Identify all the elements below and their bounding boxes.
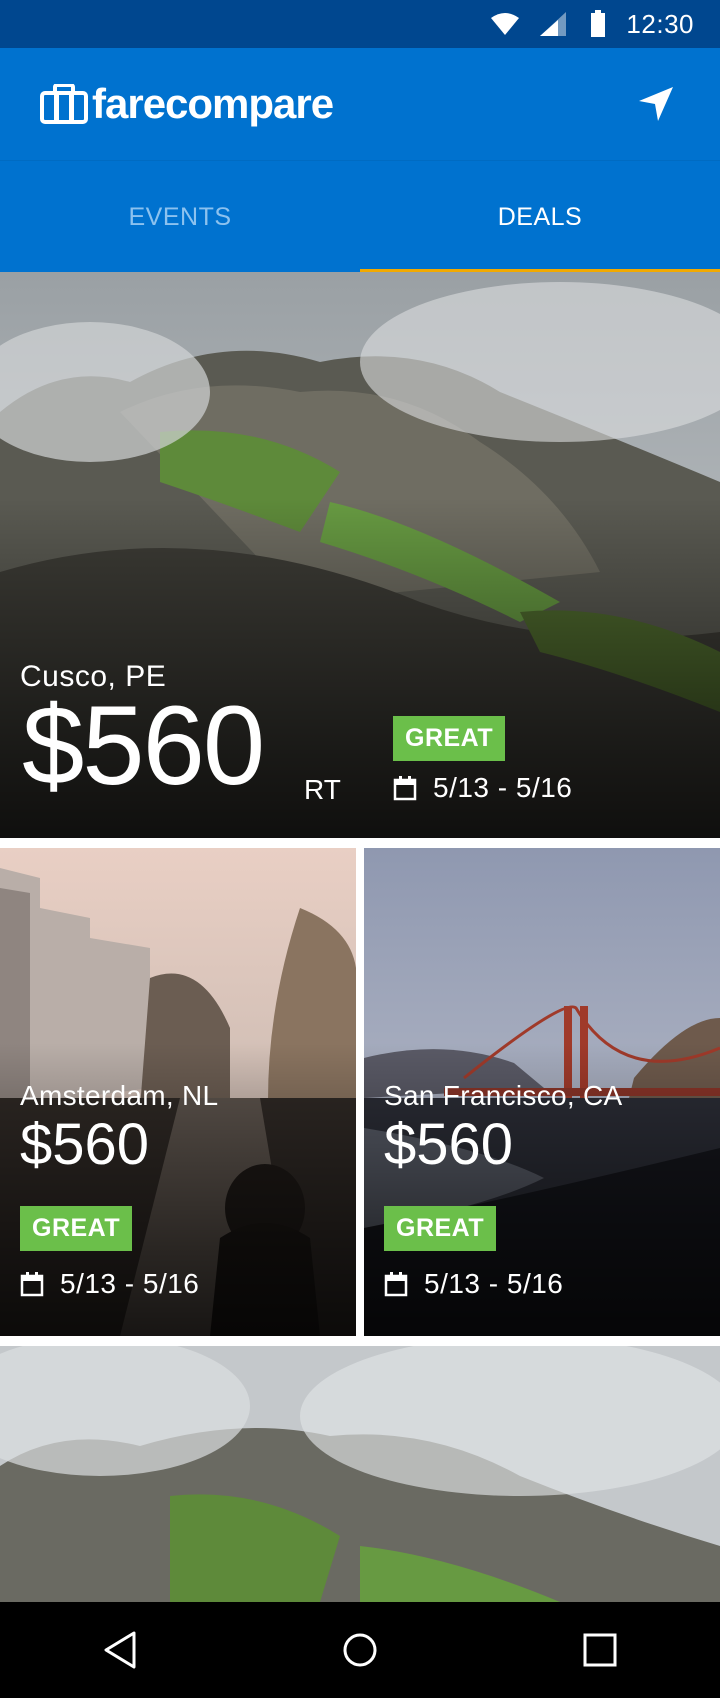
deal-dates-text: 5/13 - 5/16 <box>60 1268 200 1299</box>
wifi-icon <box>491 13 520 35</box>
deal-dates-text: 5/13 - 5/16 <box>424 1268 564 1299</box>
back-button[interactable] <box>72 1602 168 1698</box>
clock: 12:30 <box>626 8 694 39</box>
deal-price: $560 <box>22 683 265 808</box>
tab-events[interactable]: EVENTS <box>0 161 360 273</box>
signal-icon <box>540 12 567 36</box>
tab-deals[interactable]: DEALS <box>360 161 720 273</box>
deal-city: San Francisco, CA <box>384 1080 623 1111</box>
deal-rating-badge: GREAT <box>20 1206 133 1251</box>
deal-card-cusco[interactable]: Cusco, PE $560 RT GREAT 5/13 - 5/16 <box>0 272 720 838</box>
deal-dates: 5/13 - 5/16 <box>20 1268 199 1300</box>
calendar-icon <box>384 1272 408 1297</box>
deal-price: $560 <box>20 1112 150 1177</box>
location-button[interactable] <box>628 76 684 132</box>
home-button[interactable] <box>312 1602 408 1698</box>
recents-square-icon <box>583 1633 617 1667</box>
status-bar: 12:30 <box>0 0 720 48</box>
app-bar: farecompare <box>0 48 720 160</box>
logo-text: farecompare <box>92 80 334 127</box>
deal-rating-badge: GREAT <box>393 716 506 761</box>
recents-button[interactable] <box>552 1602 648 1698</box>
home-circle-icon <box>343 1633 377 1667</box>
deal-dates-text: 5/13 - 5/16 <box>433 772 573 803</box>
calendar-icon <box>393 776 417 801</box>
deal-photo <box>0 1346 720 1602</box>
deal-dates: 5/13 - 5/16 <box>384 1268 563 1300</box>
deal-card-san-francisco[interactable]: San Francisco, CA $560 GREAT 5/13 - 5/16 <box>364 848 720 1336</box>
deal-dates: 5/13 - 5/16 <box>393 772 572 804</box>
deal-rating-badge: GREAT <box>384 1206 497 1251</box>
battery-icon <box>591 10 606 37</box>
deal-card-amsterdam[interactable]: Amsterdam, NL $560 GREAT 5/13 - 5/16 <box>0 848 356 1336</box>
navigation-arrow-icon <box>639 87 673 121</box>
deal-card-partial[interactable] <box>0 1346 720 1602</box>
tab-bar: EVENTS DEALS <box>0 160 720 273</box>
back-triangle-icon <box>104 1631 136 1669</box>
deal-city: Amsterdam, NL <box>20 1080 219 1111</box>
suitcase-icon <box>40 84 88 124</box>
trip-type: RT <box>304 774 341 805</box>
calendar-icon <box>20 1272 44 1297</box>
farecompare-logo: farecompare <box>40 76 334 132</box>
system-nav-bar <box>0 1602 720 1698</box>
deal-price: $560 <box>384 1112 514 1177</box>
